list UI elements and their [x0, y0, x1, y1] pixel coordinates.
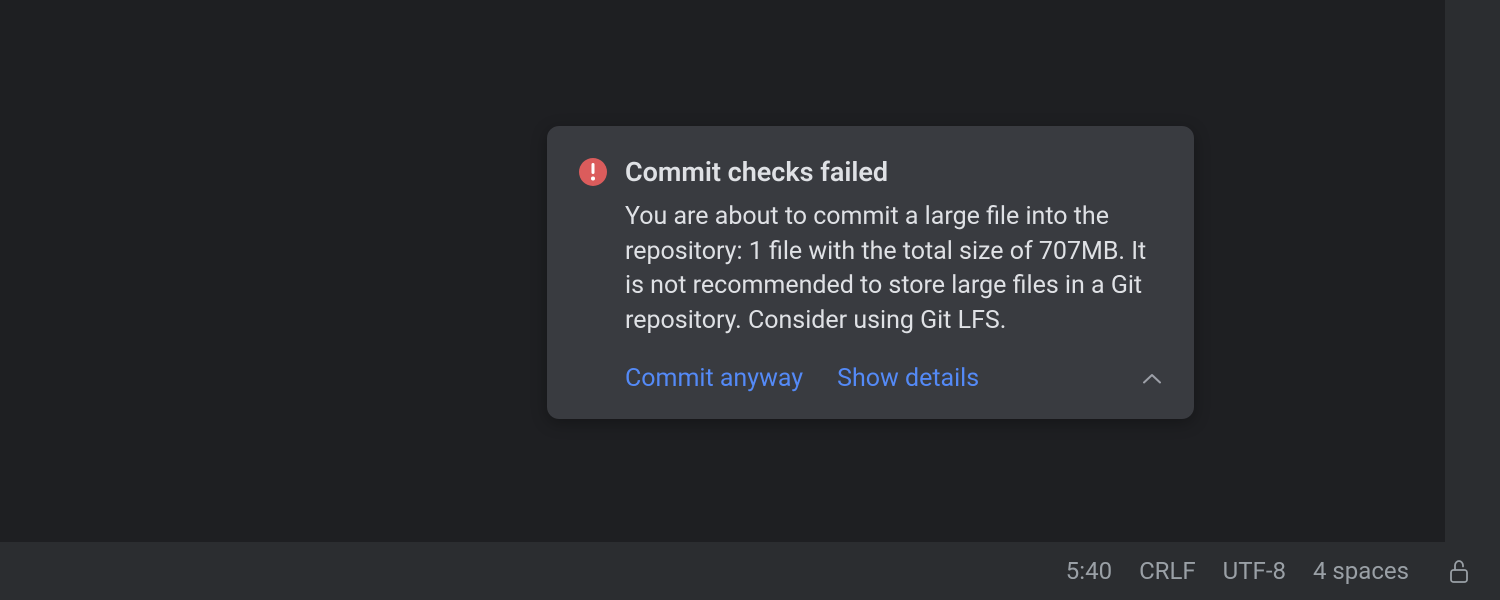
notification-header: Commit checks failed — [579, 156, 1162, 188]
notification-actions: Commit anyway Show details — [625, 364, 1162, 393]
indent-settings[interactable]: 4 spaces — [1313, 557, 1409, 585]
notification-popup: Commit checks failed You are about to co… — [547, 126, 1194, 419]
cursor-position[interactable]: 5:40 — [1066, 557, 1112, 585]
lock-icon[interactable] — [1448, 558, 1472, 584]
error-icon — [579, 158, 607, 186]
line-separator[interactable]: CRLF — [1139, 557, 1196, 585]
show-details-link[interactable]: Show details — [837, 364, 979, 393]
status-bar: 5:40 CRLF UTF-8 4 spaces — [0, 542, 1500, 600]
notification-message: You are about to commit a large file int… — [625, 200, 1162, 338]
file-encoding[interactable]: UTF-8 — [1223, 557, 1286, 585]
right-tool-sidebar — [1445, 0, 1500, 542]
chevron-up-icon[interactable] — [1142, 373, 1162, 385]
commit-anyway-link[interactable]: Commit anyway — [625, 364, 803, 393]
notification-title: Commit checks failed — [625, 156, 888, 188]
